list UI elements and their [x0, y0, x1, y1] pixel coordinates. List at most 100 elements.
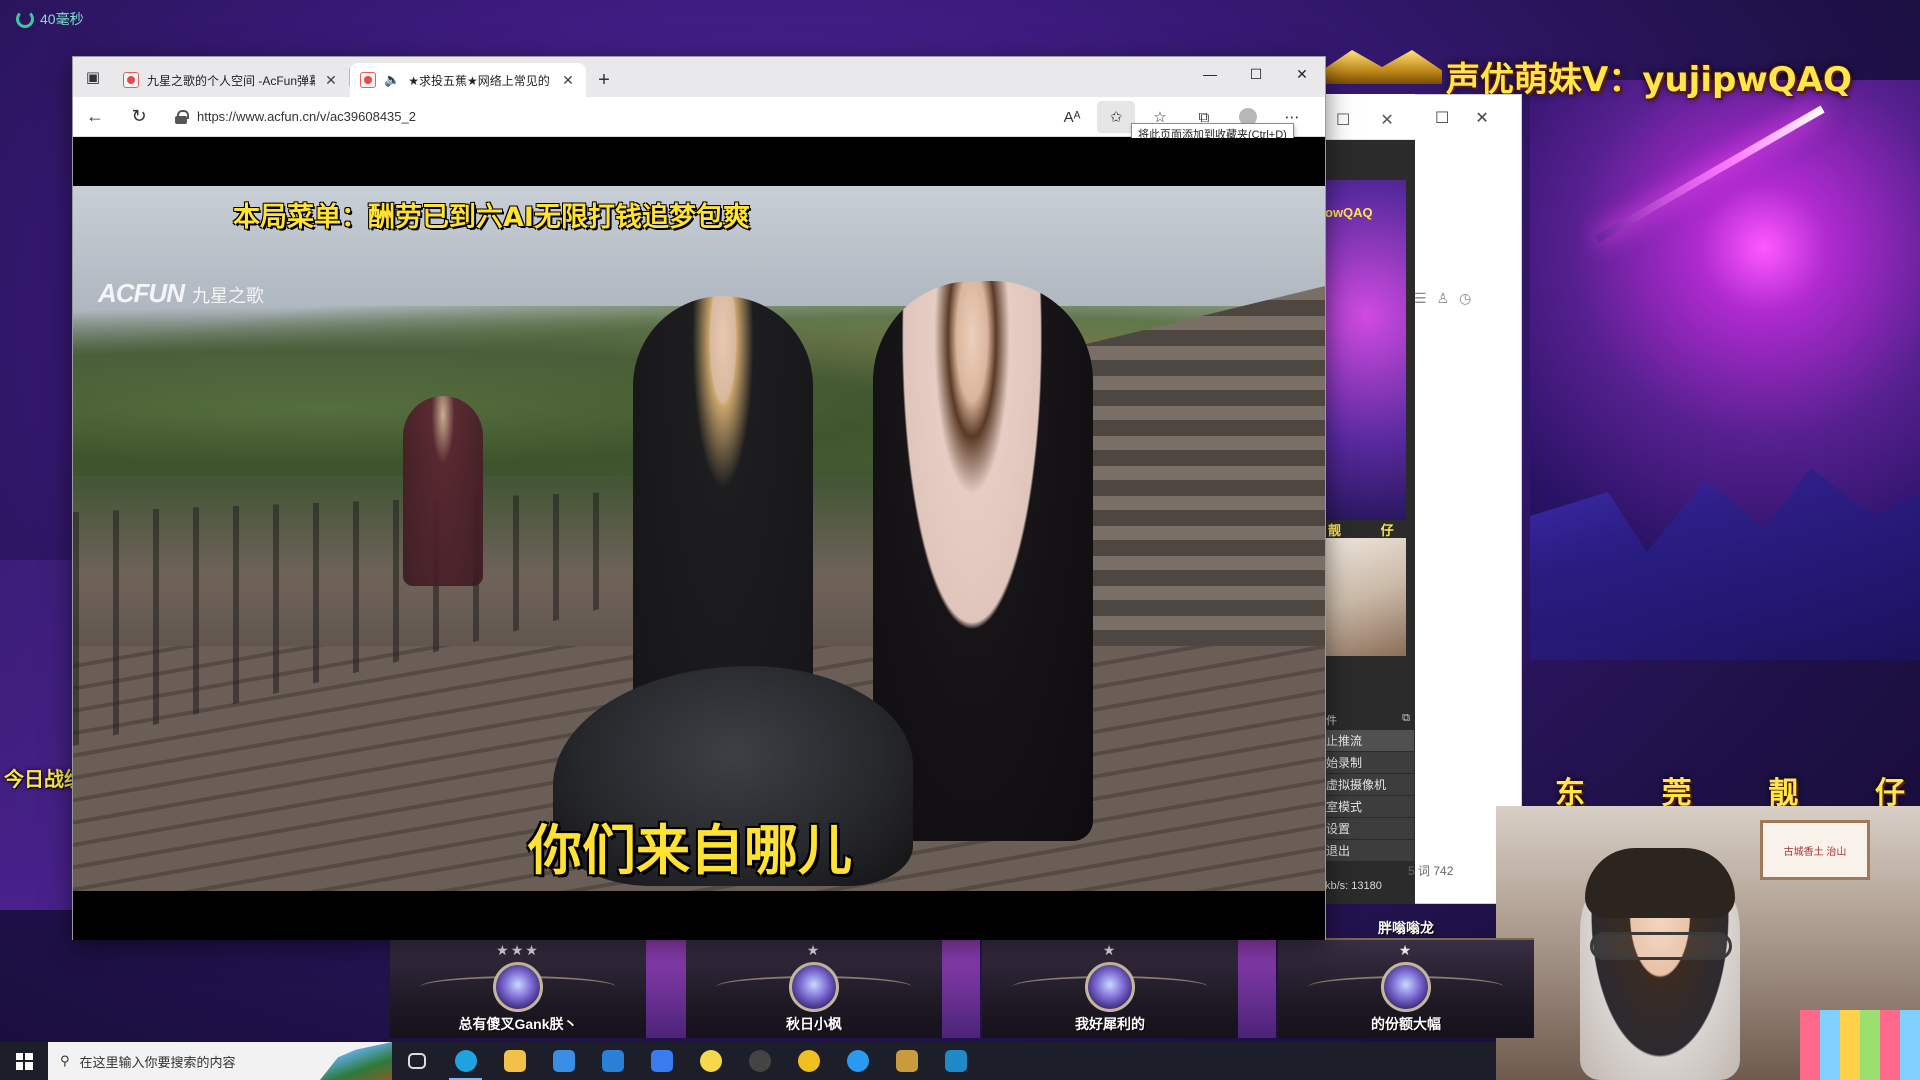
- tab-close-icon[interactable]: ✕: [560, 72, 576, 89]
- tab-actions-button[interactable]: ▣: [73, 57, 113, 97]
- rank-stars: ★★★: [496, 942, 540, 958]
- refresh-button[interactable]: ↻: [117, 99, 161, 135]
- windows-icon: [15, 1052, 33, 1070]
- browser-window: ▣ 九星之歌的个人空间 -AcFun弹幕 ✕ 🔈 ★求投五蕉★网络上常见的 ✕ …: [72, 56, 1326, 940]
- obs-bitrate-status: kb/s: 13180: [1325, 880, 1382, 892]
- settings-button[interactable]: 设置: [1322, 818, 1414, 839]
- speaker-icon[interactable]: 🔈: [384, 72, 400, 88]
- crown-ornament: [1322, 50, 1442, 84]
- tab-profile-page[interactable]: 九星之歌的个人空间 -AcFun弹幕 ✕: [113, 63, 349, 97]
- tab-bar: ▣ 九星之歌的个人空间 -AcFun弹幕 ✕ 🔈 ★求投五蕉★网络上常见的 ✕ …: [73, 57, 1325, 97]
- minimize-icon[interactable]: —: [1187, 57, 1233, 91]
- taskbar: ⚲ 在这里输入你要搜索的内容: [0, 1042, 1496, 1080]
- taskbar-app-button[interactable]: [882, 1042, 931, 1080]
- acfun-favicon-icon: [360, 72, 376, 88]
- record-icon: [748, 1050, 771, 1072]
- taskbar-app-button[interactable]: [539, 1042, 588, 1080]
- rank-emblem-icon: [789, 962, 839, 1012]
- user-icon[interactable]: ♙: [1437, 290, 1450, 307]
- player-name: 我好犀利的: [1075, 1016, 1145, 1032]
- window-controls: — ☐ ✕: [1187, 57, 1325, 97]
- acfun-watermark: ACFUN 九星之歌: [98, 278, 264, 309]
- taskbar-search[interactable]: ⚲ 在这里输入你要搜索的内容: [48, 1042, 392, 1080]
- maximize-icon[interactable]: ☐: [1435, 108, 1449, 128]
- player-name: 秋日小枫: [786, 1016, 842, 1032]
- maximize-icon[interactable]: ☐: [1233, 57, 1279, 91]
- player-separator: [646, 938, 686, 1038]
- overlay-art-left: [0, 560, 80, 910]
- exit-button[interactable]: 退出: [1322, 840, 1414, 861]
- add-favorite-icon[interactable]: ✩: [1097, 101, 1135, 133]
- video-top-caption: 本局菜单：酬劳已到六AI无限打钱追梦包爽: [233, 202, 750, 233]
- start-button[interactable]: [0, 1042, 48, 1080]
- arrow-left-icon: ←: [86, 106, 104, 126]
- taskbar-app-button[interactable]: [735, 1042, 784, 1080]
- maximize-icon[interactable]: ☐: [1336, 110, 1350, 130]
- tab-label: 九星之歌的个人空间 -AcFun弹幕: [147, 73, 315, 88]
- studio-mode-button[interactable]: 室模式: [1322, 796, 1414, 817]
- acfun-logo: ACFUN: [98, 278, 185, 308]
- taskbar-app-button[interactable]: [588, 1042, 637, 1080]
- back-button[interactable]: ←: [73, 99, 117, 135]
- plus-icon: +: [598, 68, 610, 91]
- lock-icon[interactable]: [175, 109, 189, 124]
- webcam-streamer-hair: [1585, 848, 1735, 918]
- obs-preview-text-bottom: 靓 仔: [1328, 523, 1412, 538]
- taskbar-app-button[interactable]: [931, 1042, 980, 1080]
- rank-emblem-icon: [1381, 962, 1431, 1012]
- acfun-favicon-icon: [123, 72, 139, 88]
- close-icon[interactable]: ✕: [1475, 108, 1488, 128]
- rank-stars: ★: [806, 942, 822, 958]
- task-view-icon: [407, 1053, 426, 1069]
- dock-icon[interactable]: ⧉: [1402, 712, 1410, 730]
- virtual-camera-button[interactable]: 虚拟摄像机: [1322, 774, 1414, 795]
- rank-stars: ★: [1102, 942, 1118, 958]
- read-aloud-icon[interactable]: Aᴬ: [1053, 101, 1091, 133]
- url-field[interactable]: https://www.acfun.cn/v/ac39608435_2: [167, 102, 1047, 132]
- taskbar-app-button[interactable]: [392, 1042, 441, 1080]
- start-recording-button[interactable]: 始录制: [1322, 752, 1414, 773]
- obs-icon: [699, 1050, 722, 1072]
- search-icon: ⚲: [60, 1053, 70, 1068]
- player-card: 胖嗡嗡龙 ★ 的份额大幅: [1278, 920, 1534, 1038]
- background-window-controls: ☐ ✕: [1435, 108, 1489, 128]
- video-subtitle: 你们来自哪儿: [528, 819, 852, 882]
- player-cards: ★★★ 总有傻叉Gank朕丶 ★ 秋日小枫 ★ 我好犀利的 胖嗡嗡龙 ★ 的份额…: [384, 920, 1534, 1038]
- obs-camera-thumbnail: [1326, 538, 1406, 656]
- list-icon[interactable]: ☰: [1414, 290, 1427, 307]
- rank-emblem-icon: [493, 962, 543, 1012]
- tab-video-page[interactable]: 🔈 ★求投五蕉★网络上常见的 ✕: [350, 63, 586, 97]
- mail-icon: [601, 1050, 624, 1072]
- webcam-floor-mat: [1800, 1010, 1920, 1080]
- taskbar-app-button[interactable]: [637, 1042, 686, 1080]
- taskbar-app-button[interactable]: [686, 1042, 735, 1080]
- word-count: 5 词 742: [1408, 864, 1454, 878]
- feishu-icon: [650, 1050, 673, 1072]
- video-frame: ACFUN 九星之歌 你们来自哪儿: [73, 186, 1325, 891]
- stop-stream-button[interactable]: 止推流: [1322, 730, 1414, 751]
- obs-preview-text: owQAQ: [1325, 205, 1373, 220]
- rank-stars: ★: [1398, 942, 1414, 958]
- close-icon[interactable]: ✕: [1279, 57, 1325, 91]
- app-icon-yellow: [797, 1050, 820, 1072]
- video-player[interactable]: ACFUN 九星之歌 你们来自哪儿 本局菜单：酬劳已到六AI无限打钱追梦包爽: [73, 138, 1325, 940]
- obs-preview: [1326, 180, 1406, 520]
- tab-close-icon[interactable]: ✕: [323, 72, 339, 89]
- tab-label: ★求投五蕉★网络上常见的: [408, 73, 550, 88]
- webcam-streamer-glasses: [1590, 932, 1732, 960]
- taskbar-app-button[interactable]: [833, 1042, 882, 1080]
- store-icon: [552, 1050, 575, 1072]
- taskbar-app-button[interactable]: [441, 1042, 490, 1080]
- player-name: 总有傻叉Gank朕丶: [458, 1016, 578, 1032]
- new-tab-button[interactable]: +: [586, 63, 622, 97]
- url-text: https://www.acfun.cn/v/ac39608435_2: [197, 109, 416, 124]
- history-icon[interactable]: ◷: [1459, 290, 1471, 307]
- player-separator: [1236, 938, 1276, 1038]
- taskbar-app-button[interactable]: [490, 1042, 539, 1080]
- taskbar-app-button[interactable]: [784, 1042, 833, 1080]
- ping-text: 40毫秒: [40, 11, 84, 27]
- tab-actions-icon: ▣: [85, 69, 101, 86]
- player-card: ★ 秋日小枫: [686, 938, 942, 1038]
- close-icon[interactable]: ✕: [1380, 110, 1393, 130]
- ping-icon: [16, 10, 34, 28]
